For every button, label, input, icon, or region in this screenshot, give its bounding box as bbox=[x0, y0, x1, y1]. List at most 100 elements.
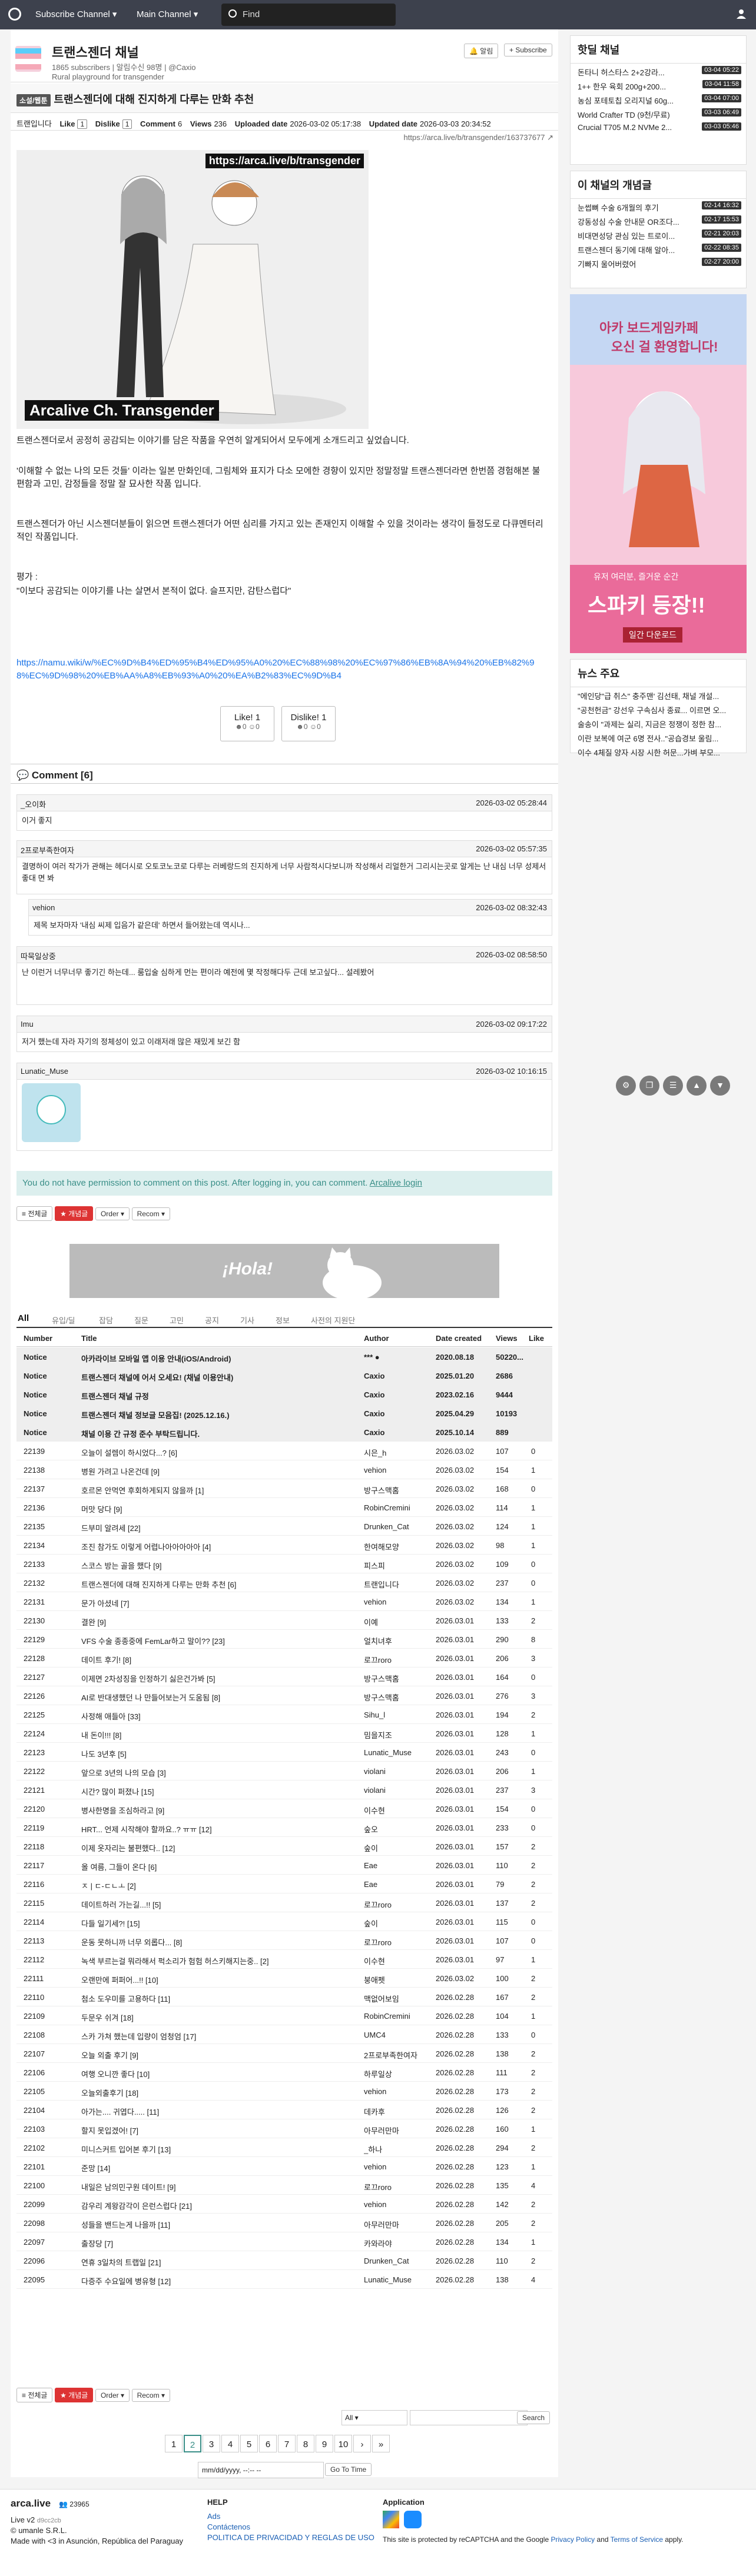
post-author[interactable]: 카와라야 bbox=[364, 2238, 433, 2249]
table-row[interactable]: 22113 운동 못하니까 너무 외롭다... [8] 로끄roro 2026.03.… bbox=[16, 1931, 552, 1950]
table-row[interactable]: 22100 내일은 남의민구원 데이트! [9] 로끄roro 2026.02.28 1… bbox=[16, 2176, 552, 2195]
copy-icon[interactable]: ❐ bbox=[639, 1076, 659, 1096]
post-author[interactable]: 숲이 bbox=[364, 1918, 433, 1929]
post-author[interactable]: Eae bbox=[364, 1880, 433, 1889]
ads-link[interactable]: Ads bbox=[207, 2512, 220, 2521]
table-row[interactable]: 22129 VFS 수술 종종중에 FemLar하고 말이?? [23] 얼치녀후 2… bbox=[16, 1630, 552, 1649]
like-button[interactable]: Like! 1 ☻0 ☺0 bbox=[220, 706, 274, 741]
table-row[interactable]: 22112 녹색 부르는걸 뭐라해서 퍽소리가 험험 허스키해지는중.. [2] 이… bbox=[16, 1950, 552, 1969]
alarm-button[interactable]: 🔔 알림 bbox=[464, 44, 499, 58]
table-row[interactable]: 22097 출장당 [7] 카와라야 2026.02.28 134 1 bbox=[16, 2232, 552, 2251]
order-select[interactable]: Order ▾ bbox=[95, 2389, 130, 2402]
post-author[interactable]: 로끄roro bbox=[364, 2181, 433, 2192]
post-author[interactable]: Drunken_Cat bbox=[364, 1522, 433, 1531]
table-row[interactable]: 22099 감우리 계왕감각이 은런스럽다 [21] vehion 2026.02.2… bbox=[16, 2195, 552, 2214]
post-author[interactable]: 이수현 bbox=[364, 1805, 433, 1816]
sidebar-list-item[interactable]: 비대면성당 관심 있는 트로이... 02-21 20:03 bbox=[571, 227, 746, 241]
tab-category[interactable]: 고민 bbox=[170, 1314, 184, 1326]
page-button[interactable]: 9 bbox=[316, 2435, 333, 2452]
post-title-link[interactable]: 채널 이용 간 규정 준수 부탁드립니다. bbox=[81, 1428, 358, 1439]
table-row[interactable]: 22133 스코스 방는 골을 했다 [9] 피스피 2026.03.02 109 0 bbox=[16, 1555, 552, 1573]
page-button[interactable]: 4 bbox=[221, 2435, 239, 2452]
table-row[interactable]: 22116 ㅈ | ㄷ-ㄷㄴㅗ [2] Eae 2026.03.01 79 2 bbox=[16, 1875, 552, 1893]
contact-link[interactable]: Contáctenos bbox=[207, 2522, 250, 2531]
post-image[interactable]: https://arca.live/b/transgender Arcalive… bbox=[16, 150, 369, 429]
post-author[interactable]: 하루일상 bbox=[364, 2068, 433, 2079]
table-row[interactable]: 22139 오늘이 설렘이 하시었다...? [6] 시은_h 2026.03.02 1… bbox=[16, 1442, 552, 1460]
post-title-link[interactable]: 아가는.... 귀엽다..... [11] bbox=[81, 2106, 358, 2117]
post-title-link[interactable]: 드부미 알려세 [22] bbox=[81, 1522, 358, 1533]
user-icon[interactable] bbox=[736, 8, 747, 19]
sidebar-list-item[interactable]: 술송이 "과제는 실리, 지금은 정쟁이 정한 참... bbox=[571, 715, 746, 730]
table-row[interactable]: 22118 이제 옷자리는 불편했다.. [12] 숲이 2026.03.01 157 2 bbox=[16, 1837, 552, 1856]
post-title-link[interactable]: 오랜만에 퍼퍼어...!! [10] bbox=[81, 1974, 358, 1985]
board-search-input[interactable] bbox=[410, 2410, 528, 2425]
post-title-link[interactable]: 성들을 밴드는게 나을까 [11] bbox=[81, 2219, 358, 2230]
table-row[interactable]: 22114 다들 일기세?! [15] 숲이 2026.03.01 115 0 bbox=[16, 1912, 552, 1931]
post-author[interactable]: *** ● bbox=[364, 1353, 433, 1362]
best-posts-button[interactable]: ★ 개념글 bbox=[55, 1206, 94, 1221]
list-icon[interactable]: ☰ bbox=[663, 1076, 683, 1096]
comment-author[interactable]: 따묵일상중 bbox=[21, 952, 56, 961]
notice-row[interactable]: Notice 아카라이브 모바일 앱 이용 안내(iOS/Android) *** … bbox=[16, 1347, 552, 1366]
post-author[interactable]: violani bbox=[364, 1786, 433, 1795]
table-row[interactable]: 22137 호르몬 안먹연 후회하게되지 않을까 [1] 방구스맥홈 2026.03.… bbox=[16, 1479, 552, 1498]
table-row[interactable]: 22124 내 돈이!!! [8] 밈을지조 2026.03.01 128 1 bbox=[16, 1724, 552, 1743]
post-author[interactable]: Caxio bbox=[364, 1390, 433, 1399]
table-row[interactable]: 22132 트랜스젠더에 대해 진지하게 다루는 만화 추천 [6] 트랜입니다 20… bbox=[16, 1573, 552, 1592]
post-author[interactable]: RobinCremini bbox=[364, 1503, 433, 1512]
table-row[interactable]: 22134 조진 참가도 이렇게 어렵나아아아아아 [4] 한여해모양 2026.03… bbox=[16, 1536, 552, 1555]
subscribe-button[interactable]: + Subscribe bbox=[504, 44, 552, 56]
table-row[interactable]: 22117 올 여름, 그들이 온다 [6] Eae 2026.03.01 110 2 bbox=[16, 1856, 552, 1875]
table-row[interactable]: 22096 연휴 3일차의 트랩일 [21] Drunken_Cat 2026.02.… bbox=[16, 2251, 552, 2270]
sidebar-list-item[interactable]: 1++ 한우 육회 200g+200... 03-04 11:58 bbox=[571, 78, 746, 92]
post-title-link[interactable]: 시간? 많이 퍼졌나 [15] bbox=[81, 1786, 358, 1797]
table-row[interactable]: 22130 결완 [9] 이예 2026.03.01 133 2 bbox=[16, 1611, 552, 1630]
terms-link[interactable]: Terms of Service bbox=[611, 2535, 663, 2544]
tab-category[interactable]: 사전의 지원단 bbox=[311, 1314, 355, 1326]
post-author[interactable]: vehion bbox=[364, 2200, 433, 2209]
scroll-up-icon[interactable]: ▲ bbox=[687, 1076, 707, 1096]
post-author[interactable]: vehion bbox=[364, 2087, 433, 2096]
search-input[interactable]: Find bbox=[221, 4, 396, 26]
post-author[interactable]: violani bbox=[364, 1767, 433, 1776]
post-author[interactable]: 숲이 bbox=[364, 1842, 433, 1853]
sidebar-list-item[interactable]: World Crafter TD (9천/무료) 03-03 06:49 bbox=[571, 106, 746, 120]
recom-select[interactable]: Recom ▾ bbox=[131, 1207, 170, 1220]
table-row[interactable]: 22125 사정해 애들아 [33] Sihu_l 2026.03.01 194 2 bbox=[16, 1705, 552, 1724]
settings-icon[interactable]: ⚙ bbox=[616, 1076, 636, 1096]
all-posts-button[interactable]: ≡ 전체글 bbox=[16, 2388, 53, 2402]
table-row[interactable]: 22103 할지 못입겠어! [7] 아무러만마 2026.02.28 160 1 bbox=[16, 2119, 552, 2138]
sidebar-list-item[interactable]: 이수 4체질 양자 시장 시한 허문...가벼 부모... bbox=[571, 744, 746, 758]
comment-author[interactable]: _오이화 bbox=[21, 800, 46, 809]
page-button[interactable]: 1 bbox=[165, 2435, 183, 2452]
search-scope-select[interactable]: All ▾ bbox=[341, 2410, 407, 2425]
post-author[interactable]: Drunken_Cat bbox=[364, 2257, 433, 2265]
post-title-link[interactable]: 첨소 도우미를 고용하다 [11] bbox=[81, 1993, 358, 2004]
table-row[interactable]: 22119 HRT... 언제 시작해야 할까요..? ㅠㅠ [12] 숲오 2026… bbox=[16, 1818, 552, 1837]
sidebar-list-item[interactable]: 강동성심 수술 안내문 OR조다... 02-17 15:53 bbox=[571, 213, 746, 227]
post-title-link[interactable]: 문가 아셨네 [7] bbox=[81, 1597, 358, 1609]
app-store-icon[interactable] bbox=[404, 2511, 422, 2528]
table-row[interactable]: 22104 아가는.... 귀엽다..... [11] 데카후 2026.02.28 1… bbox=[16, 2101, 552, 2119]
order-select[interactable]: Order ▾ bbox=[95, 1207, 130, 1220]
tab-category[interactable]: 유입/딜 bbox=[52, 1314, 75, 1326]
table-row[interactable]: 22126 AI로 반대생했던 나 만들어보는거 도움됨 [8] 방구스맥홈 2026… bbox=[16, 1686, 552, 1705]
all-posts-button[interactable]: ≡ 전체글 bbox=[16, 1206, 53, 1221]
post-title-link[interactable]: 스카 가쳐 했는데 입량이 엄청엄 [17] bbox=[81, 2031, 358, 2042]
dislike-button[interactable]: Dislike! 1 ☻0 ☺0 bbox=[281, 706, 336, 741]
post-author[interactable]: Sihu_l bbox=[364, 1710, 433, 1719]
notice-row[interactable]: Notice 트랜스젠더 채널에 어서 오세요! (채널 이용안내) Caxio 20… bbox=[16, 1366, 552, 1385]
post-author[interactable]: UMC4 bbox=[364, 2031, 433, 2039]
page-button[interactable]: 5 bbox=[240, 2435, 258, 2452]
table-row[interactable]: 22127 이제면 2차성징을 인정하기 싫은건가봐 [5] 방구스맥홈 2026.0… bbox=[16, 1668, 552, 1686]
channel-title[interactable]: 트랜스젠더 채널 bbox=[52, 42, 139, 61]
tab-category[interactable]: 잡담 bbox=[99, 1314, 113, 1326]
post-title-link[interactable]: 할지 못입겠어! [7] bbox=[81, 2125, 358, 2136]
post-title-link[interactable]: 두문우 쉬겨 [18] bbox=[81, 2012, 358, 2023]
comment-author[interactable]: Imu bbox=[21, 1020, 34, 1029]
post-title-link[interactable]: 앞으로 3년의 나의 모습 [3] bbox=[81, 1767, 358, 1778]
post-author[interactable]: vehion bbox=[364, 1597, 433, 1606]
post-title-link[interactable]: 감우리 계왕감각이 은런스럽다 [21] bbox=[81, 2200, 358, 2211]
post-title-link[interactable]: 연휴 3일차의 트랩일 [21] bbox=[81, 2257, 358, 2268]
